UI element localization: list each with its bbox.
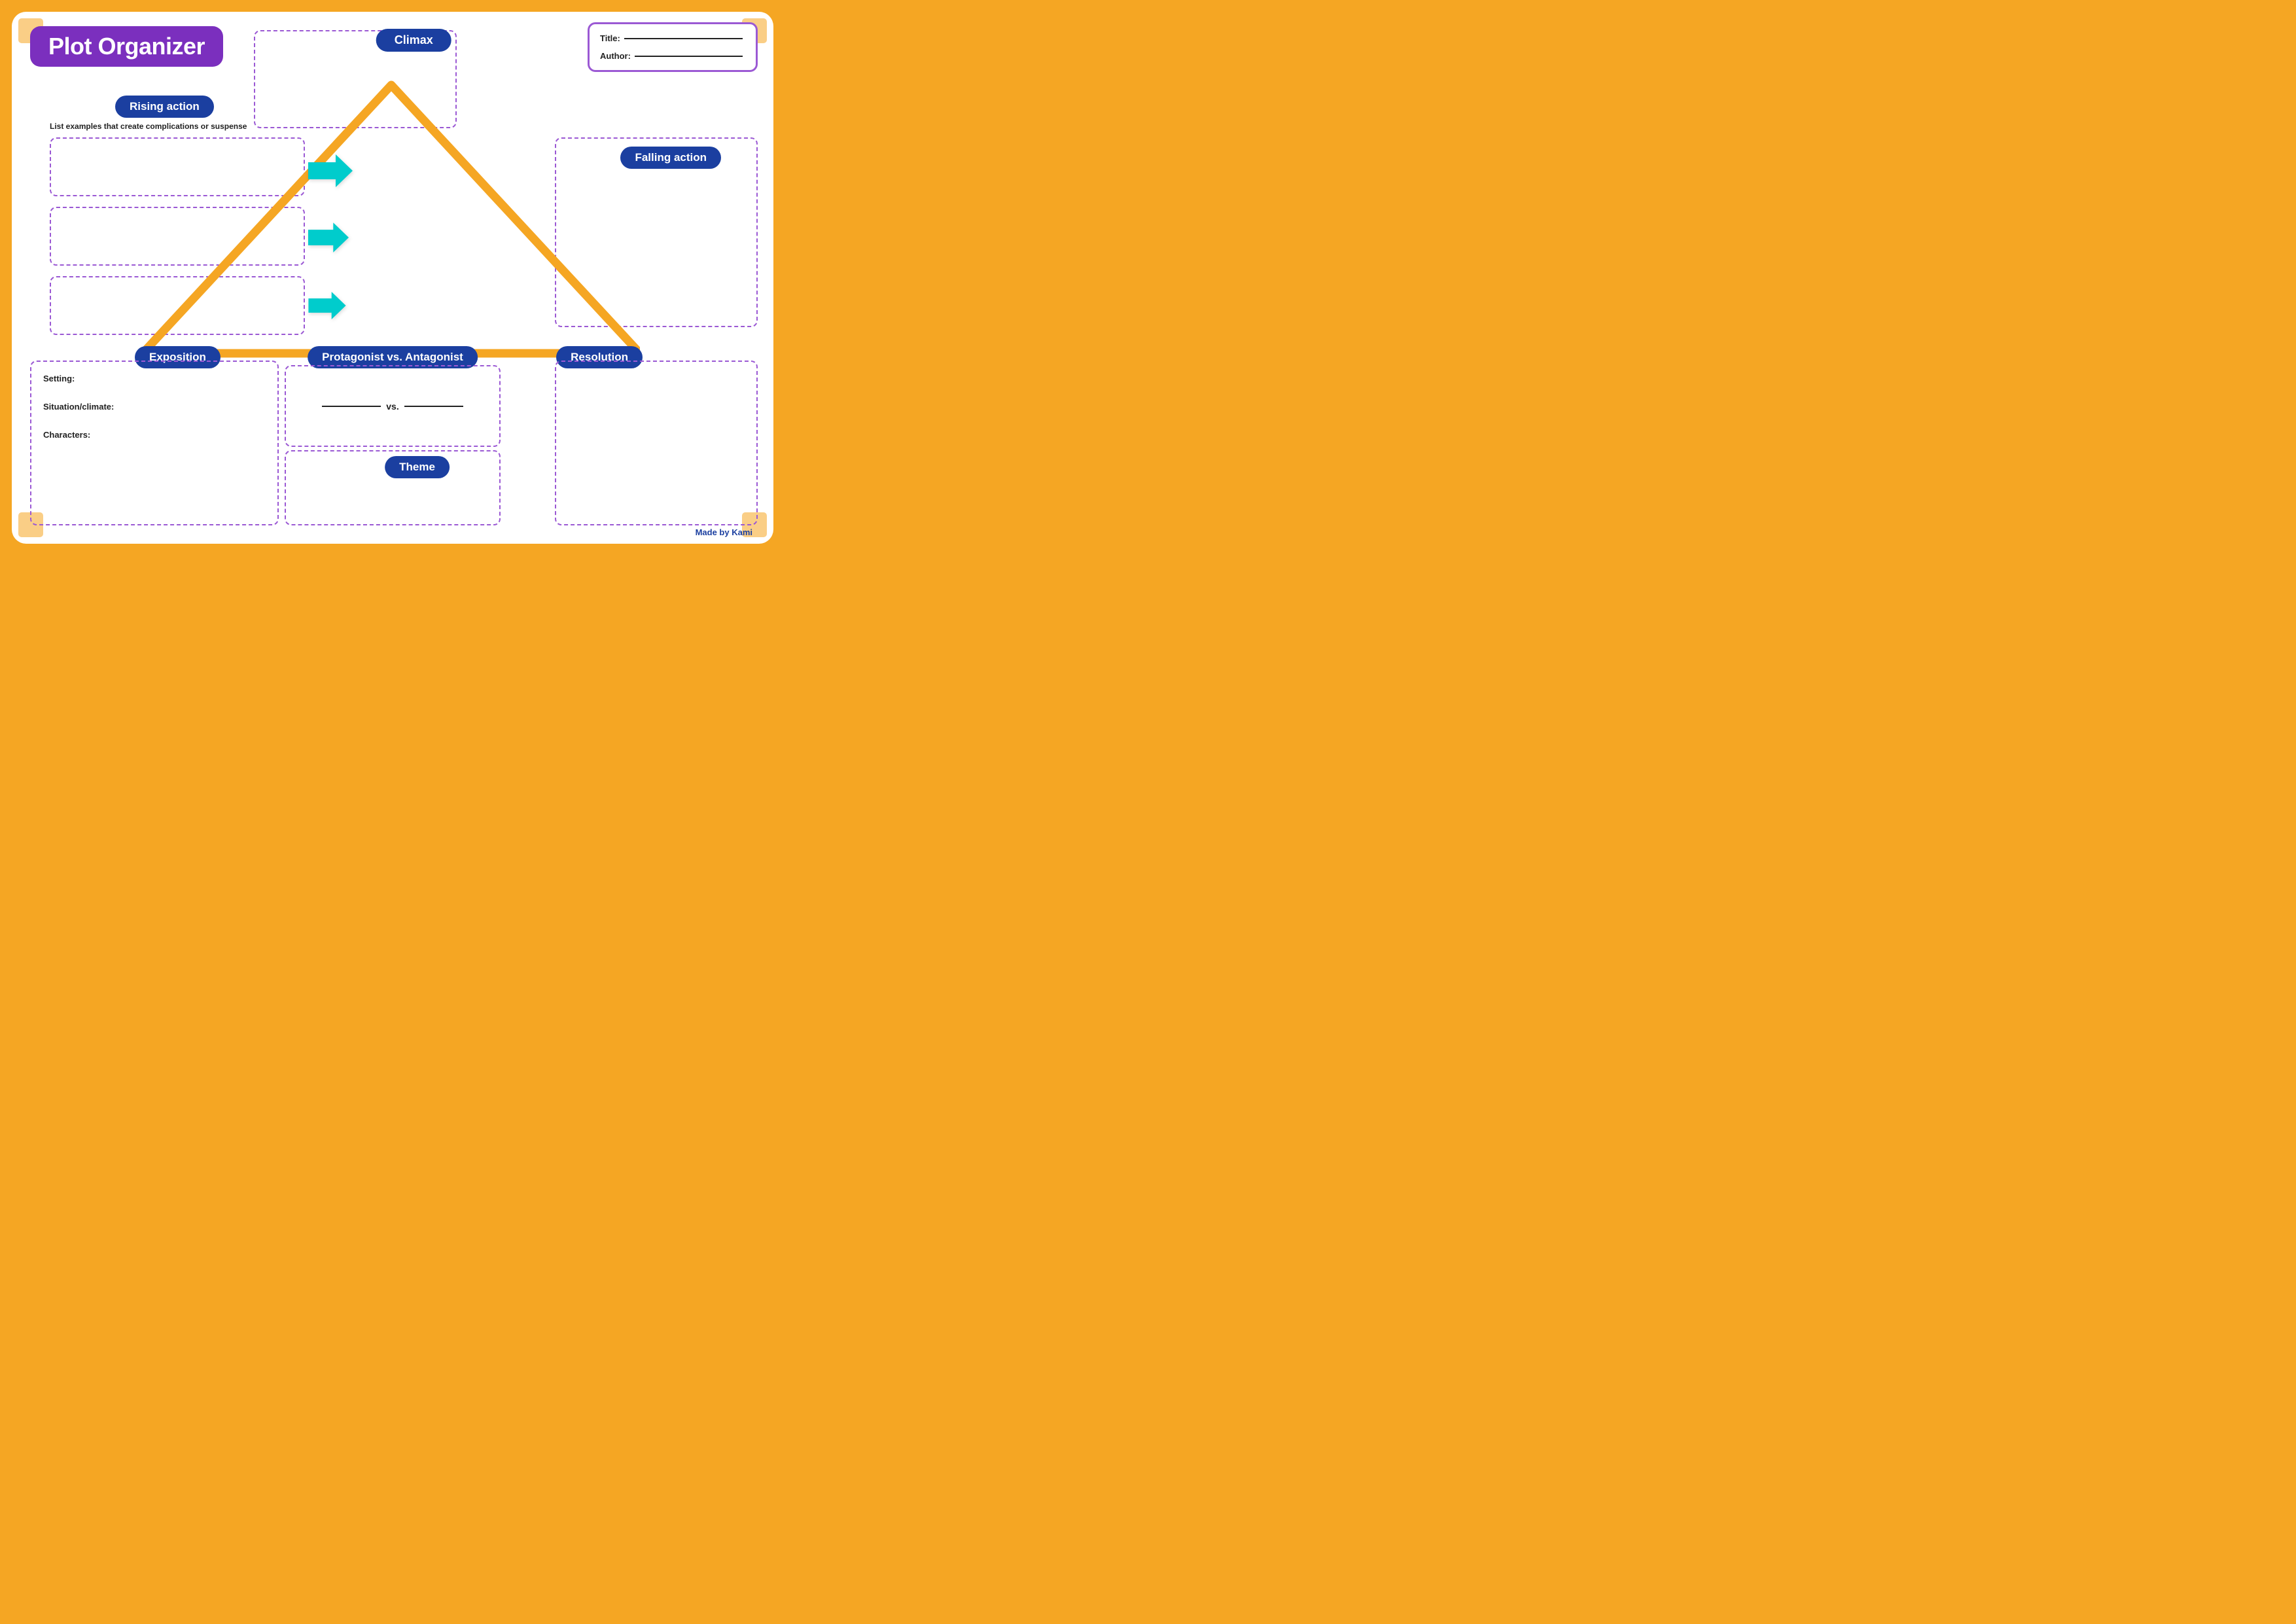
climax-badge: Climax [376,29,451,52]
rising-subtext: List examples that create complications … [50,122,247,131]
main-card: Plot Organizer Title: Author: Climax Ris… [12,12,773,544]
characters-label: Characters: [43,430,266,440]
arrow-3 [308,292,346,319]
rising-box-2[interactable] [50,207,305,266]
situation-label: Situation/climate: [43,402,266,412]
exposition-box[interactable]: Setting: Situation/climate: Characters: [30,361,279,525]
rising-box-3[interactable] [50,276,305,335]
setting-label: Setting: [43,374,266,383]
protagonist-field[interactable] [322,406,381,407]
theme-box[interactable] [285,450,501,525]
title-underline [624,38,743,39]
arrow-1 [308,154,353,187]
title-badge: Plot Organizer [30,26,223,67]
info-box: Title: Author: [588,22,758,72]
author-underline [635,56,743,57]
kami-label: Kami [732,527,752,537]
page-title: Plot Organizer [48,33,205,60]
antagonist-field[interactable] [404,406,463,407]
title-field: Title: [600,33,743,43]
arrow-2 [308,222,349,253]
author-field: Author: [600,51,743,61]
rising-action-badge: Rising action [115,96,214,118]
protagonist-box[interactable]: vs. [285,365,501,447]
vs-text: vs. [386,401,398,412]
resolution-box[interactable] [555,361,758,525]
falling-action-badge: Falling action [620,147,721,169]
rising-box-1[interactable] [50,137,305,196]
made-by-label: Made by Kami [696,527,752,537]
